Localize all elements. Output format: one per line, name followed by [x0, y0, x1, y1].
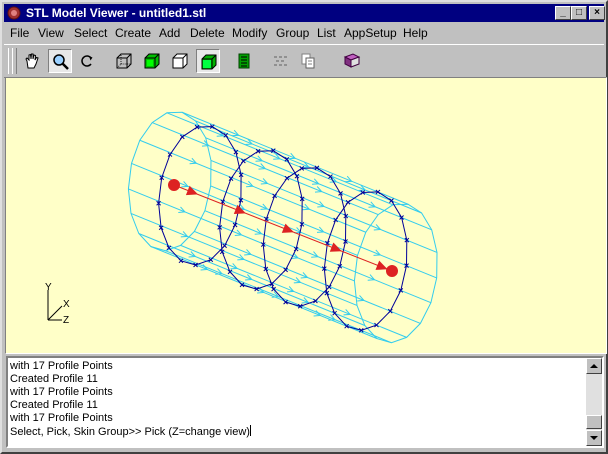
console-line: with 17 Profile Points [10, 412, 113, 424]
spreadsheet-button[interactable] [232, 49, 256, 73]
menu-add[interactable]: Add [159, 26, 180, 40]
window-title: STL Model Viewer - untitled1.stl [26, 6, 207, 20]
menu-bar: File View Select Create Add Delete Modif… [4, 24, 604, 43]
console-output: with 17 Profile Points Created Profile 1… [10, 360, 588, 438]
menu-help[interactable]: Help [403, 26, 428, 40]
title-bar: STL Model Viewer - untitled1.stl _ □ × [4, 4, 605, 22]
scroll-up-button[interactable] [586, 358, 602, 374]
scroll-thumb[interactable] [586, 415, 602, 429]
console-line: Created Profile 11 [10, 399, 98, 411]
spreadsheet-icon [238, 53, 250, 69]
hidden-line-view-button[interactable] [168, 49, 192, 73]
model-viewport[interactable]: Y X Z [5, 77, 607, 354]
axis-label-z: Z [63, 315, 69, 326]
menu-appsetup[interactable]: AppSetup [344, 26, 397, 40]
console-line: with 17 Profile Points [10, 360, 113, 372]
command-console[interactable]: with 17 Profile Points Created Profile 1… [6, 356, 604, 448]
minimize-button[interactable]: _ [555, 6, 571, 20]
profile-point [179, 134, 185, 140]
wireframe-cube-icon [116, 53, 132, 69]
profile-point [222, 243, 227, 249]
rotate-icon [81, 55, 93, 67]
copy-pages-button[interactable] [296, 49, 320, 73]
command-prompt[interactable]: Select, Pick, Skin Group>> Pick (Z=chang… [10, 425, 588, 438]
profile-ring [262, 167, 347, 307]
shaded-cube-icon [201, 54, 217, 70]
prompt-text: Select, Pick, Skin Group>> Pick (Z=chang… [10, 426, 250, 438]
arrow-up-icon [590, 364, 598, 368]
spine-start-point [168, 179, 180, 191]
axis-label-y: Y [45, 282, 52, 293]
disabled-tool-button[interactable] [268, 49, 292, 73]
copy-pages-icon [301, 53, 315, 69]
shaded-view-button[interactable] [196, 49, 220, 73]
app-window: STL Model Viewer - untitled1.stl _ □ × F… [0, 0, 608, 454]
menu-delete[interactable]: Delete [190, 26, 225, 40]
zoom-tool-button[interactable] [48, 49, 72, 73]
arrow-down-icon [590, 436, 598, 440]
spine-line [173, 184, 393, 272]
menu-view[interactable]: View [38, 26, 64, 40]
axis-triad: Y X Z [45, 282, 70, 326]
spine-end-point [386, 265, 398, 277]
hidden-line-cube-icon [172, 53, 188, 69]
scroll-down-button[interactable] [586, 430, 602, 446]
toolbar [4, 44, 604, 78]
menu-file[interactable]: File [10, 26, 29, 40]
console-scrollbar[interactable] [586, 358, 602, 446]
console-line: with 17 Profile Points [10, 386, 113, 398]
console-line: Created Profile 11 [10, 373, 98, 385]
menu-list[interactable]: List [317, 26, 336, 40]
axis-label-x: X [63, 299, 70, 310]
pan-tool-button[interactable] [20, 49, 44, 73]
app-icon [7, 6, 21, 20]
disabled-tool-icon [274, 56, 287, 66]
wireframe-view-button[interactable] [112, 49, 136, 73]
close-button[interactable]: × [589, 6, 605, 20]
text-caret [249, 425, 251, 436]
rotate-tool-button[interactable] [76, 49, 100, 73]
hand-pan-icon [25, 53, 39, 69]
green-cube-icon [144, 53, 160, 69]
model-3d-view[interactable]: Y X Z [6, 78, 606, 353]
menu-select[interactable]: Select [74, 26, 107, 40]
maximize-button[interactable]: □ [571, 6, 587, 20]
book-button[interactable] [340, 49, 364, 73]
solid-view-button[interactable] [140, 49, 164, 73]
toolbar-grip[interactable] [12, 48, 17, 74]
menu-create[interactable]: Create [115, 26, 151, 40]
menu-modify[interactable]: Modify [232, 26, 267, 40]
zoom-magnifier-icon [53, 54, 69, 70]
menu-group[interactable]: Group [276, 26, 309, 40]
book-icon [343, 53, 361, 68]
